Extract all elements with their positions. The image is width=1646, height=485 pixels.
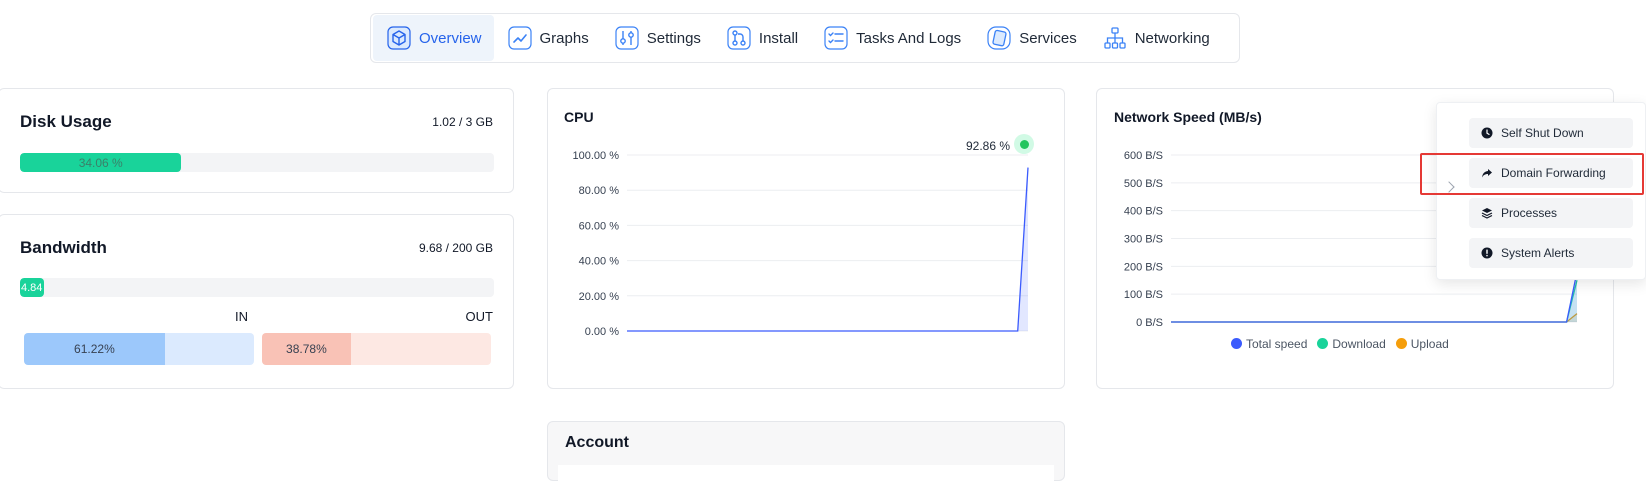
disk-usage-bar: 34.06 % (20, 153, 494, 172)
y-tick-label: 20.00 % (579, 291, 620, 303)
menu-item-label: Self Shut Down (1501, 126, 1584, 140)
legend-swatch-download (1317, 338, 1329, 349)
tab-label: Graphs (539, 29, 589, 47)
card-title: Bandwidth (20, 238, 107, 257)
bandwidth-in-fill: 61.22% (24, 333, 165, 365)
y-tick-label: 0 B/S (1136, 317, 1163, 329)
card-title: Disk Usage (20, 112, 112, 131)
y-tick-label: 100.00 % (573, 150, 620, 162)
y-tick-label: 0.00 % (585, 326, 619, 338)
disk-usage-value: 1.02 / 3 GB (432, 115, 493, 129)
top-tab-bar: Overview Graphs Settings Install Tasks A… (370, 13, 1240, 63)
bandwidth-in-label: IN (235, 309, 248, 324)
alert-icon (1481, 247, 1493, 259)
legend-item-upload[interactable]: Upload (1395, 337, 1449, 351)
series-line-1 (1171, 280, 1578, 323)
legend-swatch-upload (1395, 338, 1407, 349)
tab-label: Networking (1134, 29, 1210, 47)
legend-label: Download (1332, 337, 1386, 351)
tab-label: Overview (419, 29, 482, 47)
series-line-0 (627, 167, 1029, 332)
bandwidth-out-fill: 38.78% (262, 333, 351, 365)
account-card: Account (547, 421, 1065, 485)
network-legend: Total speed Download Upload (1231, 337, 1449, 351)
menu-item-processes[interactable]: Processes (1469, 198, 1633, 228)
legend-swatch-total-speed (1231, 338, 1242, 349)
highlight-box (1420, 153, 1644, 195)
y-tick-label: 500 B/S (1124, 178, 1163, 190)
bandwidth-in-rest (164, 333, 254, 365)
service-icon (987, 26, 1011, 50)
tab-graphs[interactable]: Graphs (494, 15, 601, 61)
bandwidth-bar: 4.84 (20, 278, 494, 297)
bandwidth-out-block: 38.78% (262, 333, 491, 365)
legend-label: Upload (1410, 337, 1449, 351)
tab-label: Services (1019, 29, 1077, 47)
series-area-0 (627, 167, 1028, 331)
disk-usage-bar-fill: 34.06 % (20, 153, 182, 172)
menu-item-system-alerts[interactable]: System Alerts (1469, 238, 1633, 268)
tab-label: Tasks And Logs (856, 29, 962, 47)
y-tick-label: 100 B/S (1124, 289, 1163, 301)
layers-icon (1481, 208, 1493, 219)
y-tick-label: 80.00 % (579, 185, 620, 197)
y-tick-label: 40.00 % (579, 256, 620, 268)
tab-services[interactable]: Services (973, 15, 1089, 61)
tab-tasks-and-logs[interactable]: Tasks And Logs (810, 15, 973, 61)
menu-item-label: System Alerts (1501, 246, 1575, 260)
cpu-chart: 100.00 % 80.00 % 60.00 % 40.00 % 20.00 % 0.00… (573, 150, 1029, 338)
checklist-icon (824, 26, 848, 50)
y-tick-label: 60.00 % (579, 220, 620, 232)
bandwidth-out-label: OUT (465, 309, 493, 324)
tab-networking[interactable]: Networking (1089, 15, 1222, 61)
y-tick-label: 200 B/S (1124, 261, 1163, 273)
bandwidth-card: Bandwidth 9.68 / 200 GB 4.84 IN OUT 61.2… (0, 214, 514, 389)
network-icon (1104, 27, 1126, 49)
disk-usage-card: Disk Usage 1.02 / 3 GB 34.06 % (0, 88, 514, 193)
tab-label: Settings (646, 29, 701, 47)
series-area-1 (1171, 280, 1577, 322)
y-tick-label: 300 B/S (1124, 234, 1163, 246)
menu-item-self-shut-down[interactable]: Self Shut Down (1469, 118, 1633, 148)
card-title: Account (565, 434, 629, 451)
cube-icon (387, 26, 411, 50)
legend-label: Total speed (1246, 337, 1308, 351)
tab-label: Install (758, 29, 799, 47)
tab-settings[interactable]: Settings (601, 15, 713, 61)
clock-icon (1481, 127, 1493, 139)
bandwidth-in-block: 61.22% (24, 333, 254, 365)
tab-install[interactable]: Install (713, 15, 810, 61)
git-branch-icon (727, 26, 751, 50)
y-tick-label: 400 B/S (1124, 206, 1163, 218)
account-card-body (558, 465, 1054, 485)
bandwidth-bar-fill: 4.84 (20, 278, 44, 297)
menu-item-label: Processes (1501, 206, 1558, 220)
legend-item-total-speed[interactable]: Total speed (1231, 337, 1307, 351)
y-tick-label: 600 B/S (1124, 150, 1163, 162)
bandwidth-value: 9.68 / 200 GB (418, 241, 493, 255)
line-chart-icon (507, 26, 532, 50)
tab-overview[interactable]: Overview (373, 15, 494, 61)
cpu-card: CPU 92.86 % 100.00 % 80.00 % 60.00 % 40.00 … (547, 88, 1065, 389)
series-area-0 (1171, 313, 1577, 322)
series-line-0 (1171, 313, 1578, 323)
bandwidth-out-rest (350, 333, 491, 365)
sliders-icon (615, 26, 639, 50)
legend-item-download[interactable]: Download (1317, 337, 1386, 351)
